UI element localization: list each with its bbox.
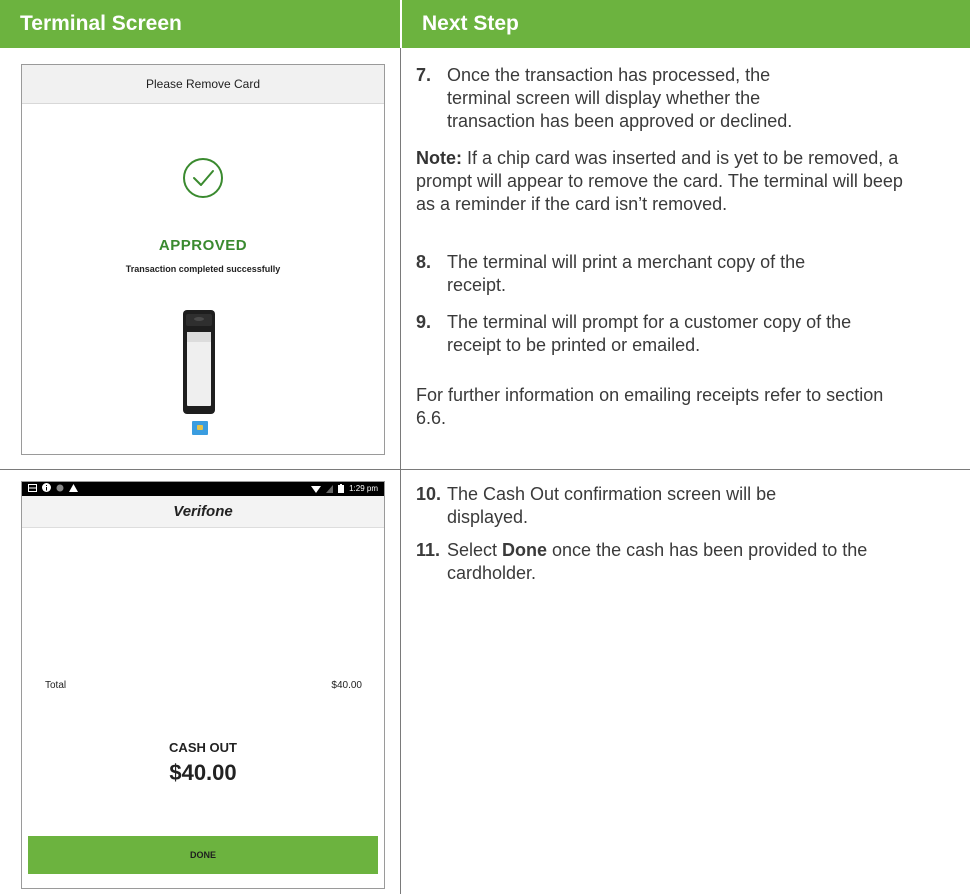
- done-button[interactable]: DONE: [28, 836, 378, 874]
- step-11: 11. Select Done once the cash has been p…: [416, 539, 936, 585]
- terminal-device-icon: [183, 310, 215, 414]
- row-divider: [0, 469, 970, 470]
- cash-out-amount: $40.00: [169, 760, 237, 785]
- approved-status: APPROVED: [158, 237, 248, 254]
- column-divider: [400, 48, 401, 894]
- note-text: If a chip card was inserted and is yet t…: [416, 148, 903, 214]
- verifone-logo: Verifone: [22, 496, 384, 528]
- step-number: 11.: [416, 540, 441, 560]
- transaction-message: Transaction completed successfully: [125, 264, 281, 274]
- step-number: 9.: [416, 312, 432, 332]
- circle-icon: [56, 484, 64, 491]
- header-terminal-screen: Terminal Screen: [0, 0, 400, 48]
- step-text: The terminal will prompt for a customer …: [447, 312, 852, 355]
- screen-title: Please Remove Card: [22, 65, 384, 104]
- step-text: The terminal will print a merchant copy …: [447, 252, 806, 295]
- info-icon: [42, 483, 51, 492]
- step-text-pre: Select: [447, 540, 503, 560]
- terminal-screen-cash-out: 1:29 pm Verifone Total $40.00 CASH OUT $…: [21, 481, 385, 889]
- step-9: 9. The terminal will prompt for a custom…: [416, 311, 936, 357]
- chip-card-icon: [192, 421, 208, 435]
- total-value: $40.00: [331, 680, 362, 691]
- status-time: 1:29 pm: [349, 484, 378, 493]
- terminal-screen-remove-card: Please Remove Card APPROVED Transaction …: [21, 64, 385, 455]
- battery-level-icon: [338, 484, 345, 493]
- step-number: 10.: [416, 484, 442, 504]
- step-10: 10. The Cash Out confirmation screen wil…: [416, 483, 936, 529]
- signal-icon: [326, 484, 334, 493]
- further-info: For further information on emailing rece…: [416, 385, 884, 428]
- step-text: Select Done once the cash has been provi…: [447, 539, 907, 585]
- header-next-step: Next Step: [400, 0, 970, 48]
- status-bar: 1:29 pm: [22, 482, 384, 496]
- total-label: Total: [45, 680, 67, 691]
- step-text: The Cash Out confirmation screen will be…: [447, 484, 777, 527]
- step-8: 8. The terminal will print a merchant co…: [416, 251, 936, 297]
- wifi-icon: [311, 485, 322, 493]
- warning-icon: [69, 483, 78, 492]
- battery-icon: [28, 483, 37, 492]
- step-number: 8.: [416, 252, 432, 272]
- note-paragraph: Note: If a chip card was inserted and is…: [416, 147, 926, 216]
- table-header: Terminal Screen Next Step: [0, 0, 970, 48]
- step-text: Once the transaction has processed, the …: [447, 65, 793, 131]
- step-7: 7. Once the transaction has processed, t…: [416, 64, 936, 133]
- done-reference: Done: [502, 540, 548, 560]
- cash-out-label: CASH OUT: [169, 740, 237, 755]
- check-circle-icon: [183, 158, 223, 198]
- step-number: 7.: [416, 65, 432, 85]
- note-label: Note:: [416, 148, 462, 168]
